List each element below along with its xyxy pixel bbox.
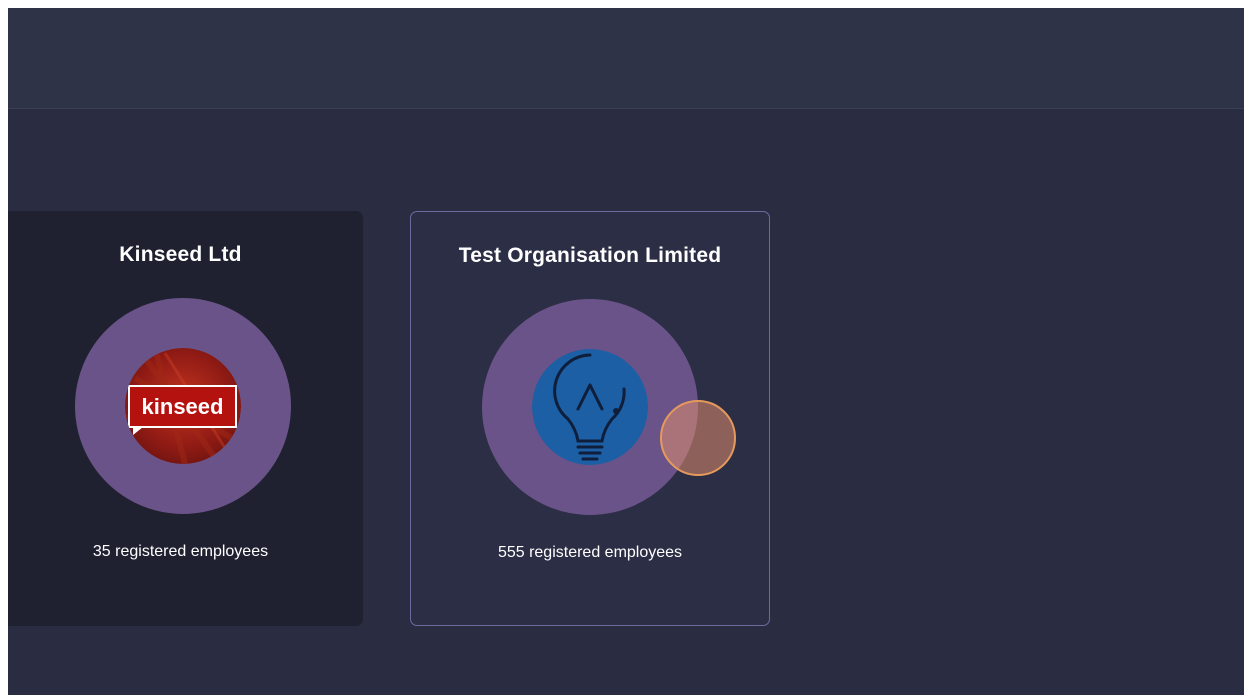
organisation-card-test[interactable]: Test Organisation Limited 555 registered… (410, 211, 770, 626)
logo-ring (482, 299, 736, 515)
organisation-name: Test Organisation Limited (458, 244, 722, 267)
employee-count: 555 registered employees (497, 544, 683, 561)
organisation-name: Kinseed Ltd (119, 243, 242, 266)
top-bar (8, 8, 1244, 109)
click-indicator (660, 400, 736, 476)
employee-count: 35 registered employees (92, 543, 269, 560)
kinseed-logo: kinseed (125, 348, 241, 464)
lightbulb-icon (532, 349, 648, 465)
logo-ring: kinseed (75, 298, 291, 514)
app-window: Kinseed Ltd kinseed 35 registered employ… (8, 8, 1244, 695)
kinseed-logo-text: kinseed (142, 394, 224, 419)
organisation-card-kinseed[interactable]: Kinseed Ltd kinseed 35 registered employ… (8, 211, 363, 626)
